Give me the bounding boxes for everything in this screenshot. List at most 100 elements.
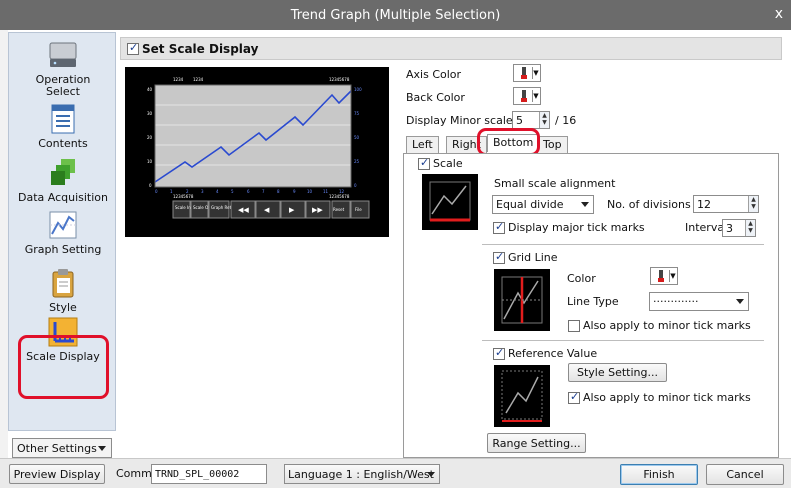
preview-button: ◀◀ xyxy=(238,206,249,214)
divisions-label: No. of divisions xyxy=(607,198,691,211)
sidebar-item-operation-select[interactable]: Operation Select xyxy=(9,39,117,98)
axis-color-picker[interactable]: ▼ xyxy=(513,64,541,82)
pen-icon xyxy=(518,90,530,102)
scale-label: Scale xyxy=(433,157,463,170)
preview-left-tick: 0 xyxy=(149,183,152,188)
language-value: Language 1 : English/West xyxy=(288,467,434,481)
divisions-value: 12 xyxy=(697,197,711,211)
interval-stepper[interactable]: 3 ▲ ▼ xyxy=(722,219,756,237)
preview-button: ▶▶ xyxy=(312,206,323,214)
grid-line-thumbnail xyxy=(494,269,550,331)
preview-right-tick: 75 xyxy=(354,111,360,116)
chevron-down-icon xyxy=(581,202,589,207)
finish-button[interactable]: Finish xyxy=(620,464,698,485)
line-type-value: ············· xyxy=(653,295,699,308)
reference-apply-minor-checkbox[interactable] xyxy=(568,390,580,404)
other-settings-label: Other Settings xyxy=(17,441,97,455)
preview-right-tick: 0 xyxy=(354,183,357,188)
preview-bottom-tick: 6 xyxy=(247,189,250,194)
minor-scale-max: / 16 xyxy=(555,114,577,127)
spin-buttons[interactable]: ▲ ▼ xyxy=(539,112,549,128)
preview-button: ▶ xyxy=(289,206,295,214)
cancel-button[interactable]: Cancel xyxy=(706,464,784,485)
grid-apply-minor-checkbox[interactable] xyxy=(568,320,580,332)
divider xyxy=(482,244,764,245)
preview-right-tick: 25 xyxy=(354,159,360,164)
preview-right-tick: 100 xyxy=(354,87,362,92)
scale-checkbox-row[interactable]: Scale xyxy=(418,156,463,170)
preview-left-tick: 40 xyxy=(147,87,153,92)
sidebar-item-graph-setting[interactable]: Graph Setting xyxy=(9,209,117,256)
alignment-dropdown[interactable]: Equal divide xyxy=(492,195,594,214)
preview-button: File xyxy=(355,207,362,212)
preview-bottom-tick: 7 xyxy=(262,189,265,194)
major-tick-checkbox[interactable] xyxy=(493,220,505,234)
scale-thumbnail xyxy=(422,174,478,230)
sidebar-item-label: Operation Select xyxy=(35,73,91,98)
tab-top[interactable]: Top xyxy=(537,136,568,153)
chevron-down-icon xyxy=(98,446,106,451)
reference-apply-minor-label: Also apply to minor tick marks xyxy=(583,391,751,404)
preview-bottom-tick: 3 xyxy=(201,189,204,194)
grid-line-checkbox[interactable] xyxy=(493,250,505,264)
preview-bottom-tick: 0 xyxy=(155,189,158,194)
preview-left-tick: 20 xyxy=(147,135,153,140)
sidebar-item-style[interactable]: Style xyxy=(9,267,117,314)
grid-line-row[interactable]: Grid Line xyxy=(493,250,558,264)
line-type-dropdown[interactable]: ············· xyxy=(649,292,749,311)
close-icon[interactable]: x xyxy=(775,6,783,22)
back-color-picker[interactable]: ▼ xyxy=(513,87,541,105)
reference-value-checkbox[interactable] xyxy=(493,346,505,360)
set-scale-display-checkbox[interactable] xyxy=(127,41,139,55)
sidebar-item-contents[interactable]: Contents xyxy=(9,103,117,150)
range-setting-button[interactable]: Range Setting... xyxy=(487,433,586,453)
language-dropdown[interactable]: Language 1 : English/West xyxy=(284,464,440,484)
axis-color-label: Axis Color xyxy=(406,68,462,81)
preview-bottom-tick: 8 xyxy=(277,189,280,194)
scale-checkbox[interactable] xyxy=(418,156,430,170)
preview-right-tick: 50 xyxy=(354,135,360,140)
other-settings-dropdown[interactable]: Other Settings xyxy=(12,438,112,458)
bottom-tab-panel: Scale Small scale alignment Equal divide… xyxy=(403,153,779,458)
divisions-stepper[interactable]: 12 ▲ ▼ xyxy=(693,195,759,213)
tab-left[interactable]: Left xyxy=(406,136,439,153)
chevron-down-icon xyxy=(427,472,435,477)
reference-value-row[interactable]: Reference Value xyxy=(493,346,597,360)
major-tick-label: Display major tick marks xyxy=(508,221,645,234)
grid-color-picker[interactable]: ▼ xyxy=(650,267,678,285)
grid-apply-minor-label: Also apply to minor tick marks xyxy=(583,319,751,332)
style-setting-button[interactable]: Style Setting... xyxy=(568,363,667,382)
reference-apply-minor-row[interactable]: Also apply to minor tick marks xyxy=(568,390,751,404)
window-titlebar: Trend Graph (Multiple Selection) x xyxy=(0,0,791,30)
sidebar: Operation Select Contents Data Acquisiti… xyxy=(8,32,116,431)
preview-bottom-label: 12345678 xyxy=(173,194,194,199)
minor-scale-label: Display Minor scale xyxy=(406,114,513,127)
major-tick-row[interactable]: Display major tick marks xyxy=(493,220,645,234)
preview-left-tick: 10 xyxy=(147,159,153,164)
minor-scale-value: 5 xyxy=(516,113,523,127)
preview-bottom-tick: 11 xyxy=(323,189,329,194)
small-scale-alignment-label: Small scale alignment xyxy=(494,177,616,190)
preview-display-button[interactable]: Preview Display xyxy=(9,464,105,484)
preview-top-label: 1234 xyxy=(193,77,204,82)
minor-scale-stepper[interactable]: 5 ▲ ▼ xyxy=(512,111,550,129)
interval-label: Interval xyxy=(685,221,728,234)
comm-field[interactable]: TRND_SPL_00002 xyxy=(151,464,267,484)
tab-highlight xyxy=(477,128,540,156)
drive-icon xyxy=(47,39,79,71)
pen-icon xyxy=(518,67,530,79)
grid-line-label: Grid Line xyxy=(508,251,558,264)
preview-button-bar: Scale In Scale Out Graph Return ◀◀ ◀ ▶ ▶… xyxy=(172,200,370,219)
graph-icon xyxy=(47,209,79,241)
grid-apply-minor-row[interactable]: Also apply to minor tick marks xyxy=(568,319,751,332)
sidebar-item-data-acquisition[interactable]: Data Acquisition xyxy=(9,157,117,204)
chevron-down-icon: ▼ xyxy=(532,90,539,102)
pen-icon xyxy=(655,270,667,282)
interval-value: 3 xyxy=(726,221,733,235)
document-icon xyxy=(47,103,79,135)
chevron-down-icon: ▼ xyxy=(532,67,539,79)
spin-buttons[interactable]: ▲ ▼ xyxy=(745,220,755,236)
preview-button: Reset xyxy=(333,207,345,212)
spin-buttons[interactable]: ▲ ▼ xyxy=(748,196,758,212)
set-scale-display-header[interactable]: Set Scale Display xyxy=(120,37,782,60)
